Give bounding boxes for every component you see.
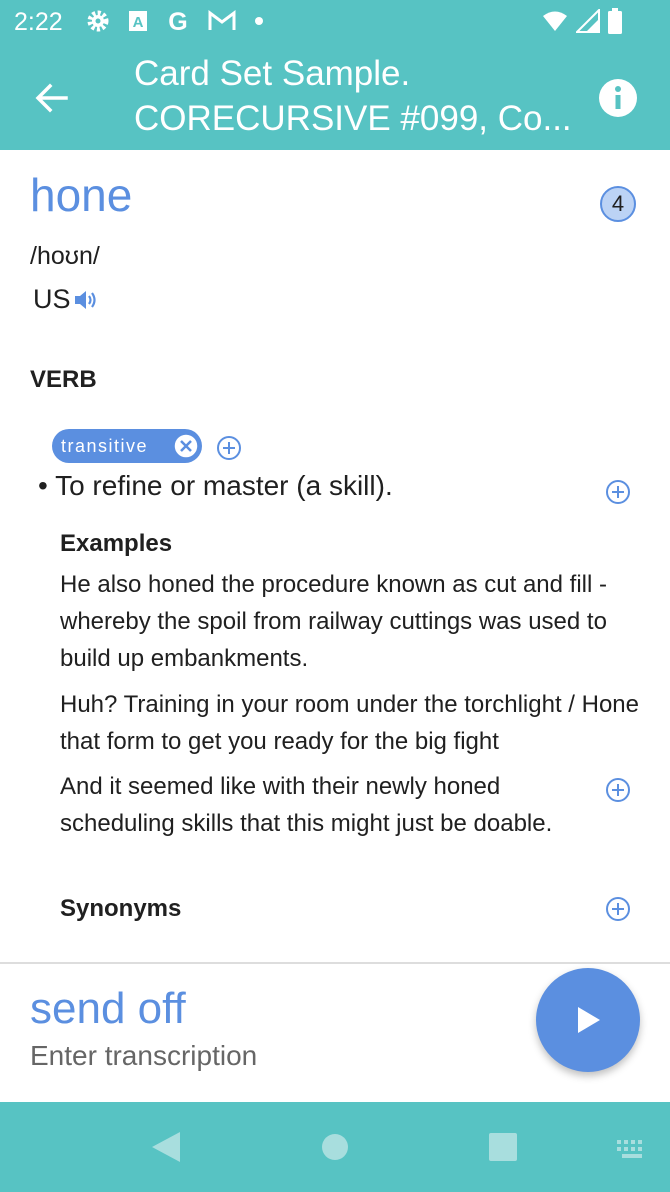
keyboard-icon[interactable] — [616, 1138, 648, 1160]
next-word: send off — [30, 984, 186, 1033]
add-example-plus-icon[interactable] — [605, 777, 631, 803]
svg-text:G: G — [168, 9, 187, 33]
tag-label: transitive — [61, 436, 149, 456]
info-icon[interactable] — [598, 78, 638, 118]
navigation-bar — [0, 1102, 670, 1192]
definition: • To refine or master (a skill). — [38, 470, 393, 501]
examples-title: Examples — [60, 530, 173, 557]
nav-back-icon[interactable] — [150, 1130, 182, 1164]
dot-icon — [255, 17, 263, 25]
card-area: hone 4 /hoʊn/ US VERB transitive • To re… — [0, 150, 670, 962]
wifi-icon — [543, 11, 567, 31]
synonyms-title: Synonyms — [60, 895, 182, 922]
gmail-icon — [208, 10, 236, 30]
status-bar: 2:22 A G — [0, 0, 670, 44]
app-bar: Card Set Sample. CORECURSIVE #099, Co... — [0, 44, 670, 150]
add-synonym-plus-icon[interactable] — [605, 896, 631, 922]
tag-chip[interactable]: transitive — [52, 429, 202, 463]
close-icon[interactable] — [172, 432, 200, 460]
google-icon: G — [168, 9, 187, 33]
title-line-1: Card Set Sample. — [134, 54, 411, 93]
signal-icon — [576, 9, 600, 33]
count-badge[interactable]: 4 — [600, 186, 636, 222]
gear-icon — [87, 10, 109, 32]
nav-home-icon[interactable] — [320, 1132, 350, 1162]
arrow-back-icon[interactable] — [30, 76, 74, 120]
divider — [0, 962, 670, 964]
accent-label: US — [33, 284, 71, 314]
play-button[interactable] — [536, 968, 640, 1072]
speaker-icon — [74, 290, 96, 309]
nav-recents-icon[interactable] — [488, 1132, 518, 1162]
svg-text:A: A — [133, 14, 144, 31]
app-a-icon: A — [129, 11, 147, 31]
status-time: 2:22 — [14, 8, 63, 36]
phonetic: /hoʊn/ — [30, 242, 100, 270]
system-status-icons — [542, 8, 622, 34]
add-tag-plus-icon[interactable] — [216, 435, 242, 461]
play-icon — [578, 1007, 600, 1033]
pronunciation-button[interactable]: US — [33, 284, 99, 315]
headword: hone — [30, 169, 133, 221]
example-1: He also honed the procedure known as cut… — [60, 571, 607, 672]
title-line-2: CORECURSIVE #099, Co... — [134, 99, 572, 138]
battery-icon — [608, 8, 622, 34]
example-2: Huh? Training in your room under the tor… — [60, 691, 639, 755]
transcription-input[interactable] — [30, 1040, 500, 1072]
example-3: And it seemed like with their newly hone… — [60, 773, 553, 837]
part-of-speech: VERB — [30, 366, 97, 393]
add-definition-plus-icon[interactable] — [605, 479, 631, 505]
notification-icons: A G — [86, 9, 264, 33]
